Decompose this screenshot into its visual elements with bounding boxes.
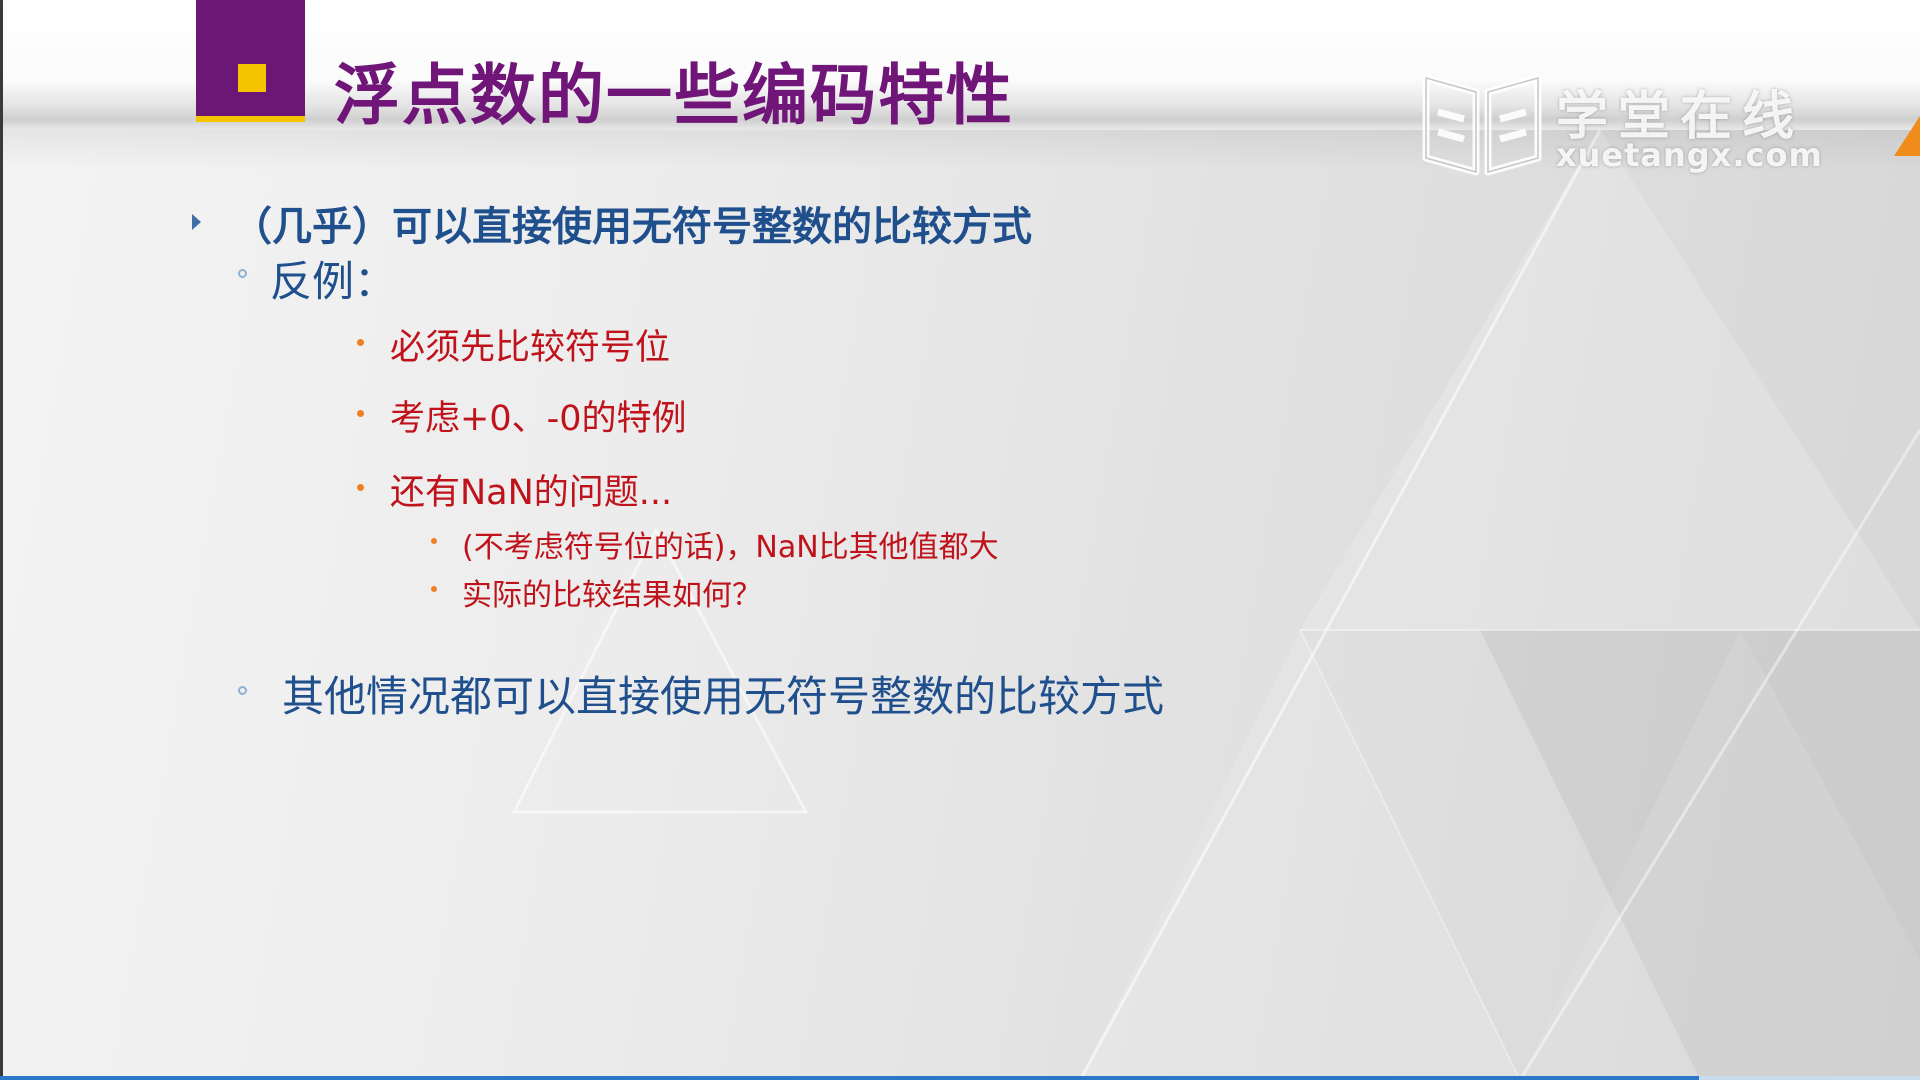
video-progress-bar[interactable]: [0, 1076, 1920, 1080]
nan-note-item: 实际的比较结果如何？: [462, 578, 762, 613]
point-1: （几乎）可以直接使用无符号整数的比较方式: [232, 204, 1032, 250]
dot-bullet-icon: [431, 586, 437, 592]
sub-point-other-cases: 其他情况都可以直接使用无符号整数的比较方式: [282, 672, 1165, 721]
corner-accent: [1894, 116, 1920, 156]
window-edge: [0, 0, 3, 1080]
dot-bullet-icon: [357, 484, 364, 491]
triangle-bullet-icon: [192, 214, 201, 230]
video-progress-fill: [0, 1076, 1700, 1080]
watermark: 学堂在线 xuetangx.com: [1418, 66, 1822, 181]
sub-point-counterexample: 反例：: [270, 257, 397, 306]
counter-example-item: 考虑+0、-0的特例: [390, 399, 687, 439]
circle-bullet-icon: [238, 686, 247, 695]
square-icon: [238, 64, 266, 92]
book-logo-icon: [1422, 74, 1542, 176]
counter-example-item: 还有NaN的问题...: [390, 473, 673, 513]
nan-note-item: (不考虑符号位的话)，NaN比其他值都大: [462, 530, 999, 565]
watermark-domain: xuetangx.com: [1556, 136, 1823, 174]
lecture-slide: 浮点数的一些编码特性 学堂在线 xuetangx.com （几乎）可以直接使用无…: [0, 0, 1920, 1080]
dot-bullet-icon: [357, 410, 364, 417]
slide-title: 浮点数的一些编码特性: [334, 57, 1014, 134]
dot-bullet-icon: [431, 538, 437, 544]
dot-bullet-icon: [357, 339, 364, 346]
circle-bullet-icon: [238, 269, 247, 278]
counter-example-item: 必须先比较符号位: [390, 328, 671, 368]
title-icon-block: [196, 0, 305, 122]
